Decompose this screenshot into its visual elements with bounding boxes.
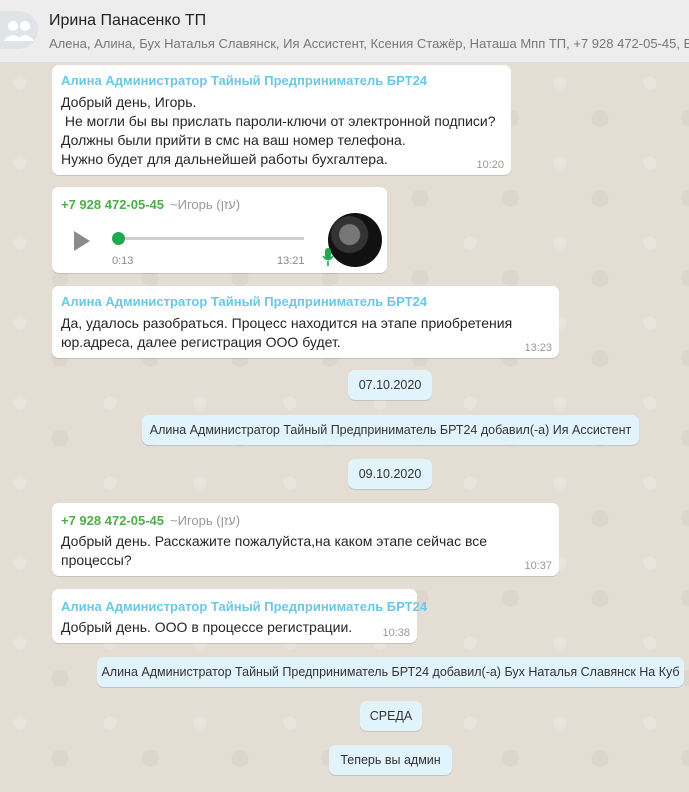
system-notice: Теперь вы админ xyxy=(329,745,452,775)
sender-name[interactable]: +7 928 472-05-45 ~Игорь (עזן) xyxy=(61,513,240,528)
sender-phone[interactable]: +7 928 472-05-45 xyxy=(61,197,164,212)
message-bubble[interactable]: Алина Администратор Тайный Предпринимате… xyxy=(52,65,511,175)
message-line: Да, удалось разобраться. Процесс находит… xyxy=(61,315,513,331)
message-time: 13:21 xyxy=(277,255,305,267)
message-line: Добрый день. Расскажите пожалуйста,на ка… xyxy=(61,533,488,549)
microphone-icon xyxy=(322,248,334,266)
system-notice: Алина Администратор Тайный Предпринимате… xyxy=(142,415,639,445)
group-avatar-icon[interactable] xyxy=(0,11,38,49)
message-time: 10:37 xyxy=(524,560,552,572)
message-line: процессы? xyxy=(61,552,132,568)
message-line: юр.адреса, далее регистрация ООО будет. xyxy=(61,334,341,350)
message-line: Добрый день, Игорь. xyxy=(61,94,197,110)
message-bubble[interactable]: Алина Администратор Тайный Предпринимате… xyxy=(52,286,559,358)
sender-name[interactable]: Алина Администратор Тайный Предпринимате… xyxy=(61,73,427,88)
sender-alias: ~Игорь (עזן) xyxy=(170,513,241,528)
message-list[interactable]: Алина Администратор Тайный Предпринимате… xyxy=(0,63,689,792)
message-bubble[interactable]: Алина Администратор Тайный Предпринимате… xyxy=(52,589,427,643)
day-divider: СРЕДА xyxy=(360,701,422,731)
sender-avatar[interactable] xyxy=(328,213,382,267)
sender-name[interactable]: Алина Администратор Тайный Предпринимате… xyxy=(61,599,427,614)
message-time: 10:20 xyxy=(476,159,504,171)
sender-name[interactable]: +7 928 472-05-45 ~Игорь (עזן) xyxy=(61,197,240,212)
voice-elapsed: 0:13 xyxy=(112,255,134,267)
voice-progress-track[interactable] xyxy=(118,237,304,240)
system-notice: Алина Администратор Тайный Предпринимате… xyxy=(97,657,684,687)
sender-name[interactable]: Алина Администратор Тайный Предпринимате… xyxy=(61,294,427,309)
participants-list: Алена, Алина, Бух Наталья Славянск, Ия А… xyxy=(49,36,689,51)
voice-message-bubble[interactable]: +7 928 472-05-45 ~Игорь (עזן) 0:13 13:21 xyxy=(52,187,387,273)
message-line: Нужно будет для дальнейшей работы бухгал… xyxy=(61,151,388,167)
chat-header[interactable]: Ирина Панасенко ТП Алена, Алина, Бух Нат… xyxy=(0,0,689,63)
voice-progress-knob[interactable] xyxy=(112,232,125,245)
date-divider: 09.10.2020 xyxy=(348,459,432,489)
message-line: Добрый день. ООО в процессе регистрации. xyxy=(61,619,353,635)
message-time: 13:23 xyxy=(524,342,552,354)
date-divider: 07.10.2020 xyxy=(348,370,432,400)
message-bubble[interactable]: +7 928 472-05-45 ~Игорь (עזן) Добрый день… xyxy=(52,503,559,576)
message-line: Должны были прийти в смс на ваш номер те… xyxy=(61,132,406,148)
sender-alias: ~Игорь (עזן) xyxy=(170,197,241,212)
message-time: 10:38 xyxy=(382,627,410,639)
play-icon[interactable] xyxy=(74,231,90,251)
sender-phone[interactable]: +7 928 472-05-45 xyxy=(61,513,164,528)
chat-title: Ирина Панасенко ТП xyxy=(49,12,207,29)
message-line: Не могли бы вы прислать пароли-ключи от … xyxy=(61,113,496,129)
